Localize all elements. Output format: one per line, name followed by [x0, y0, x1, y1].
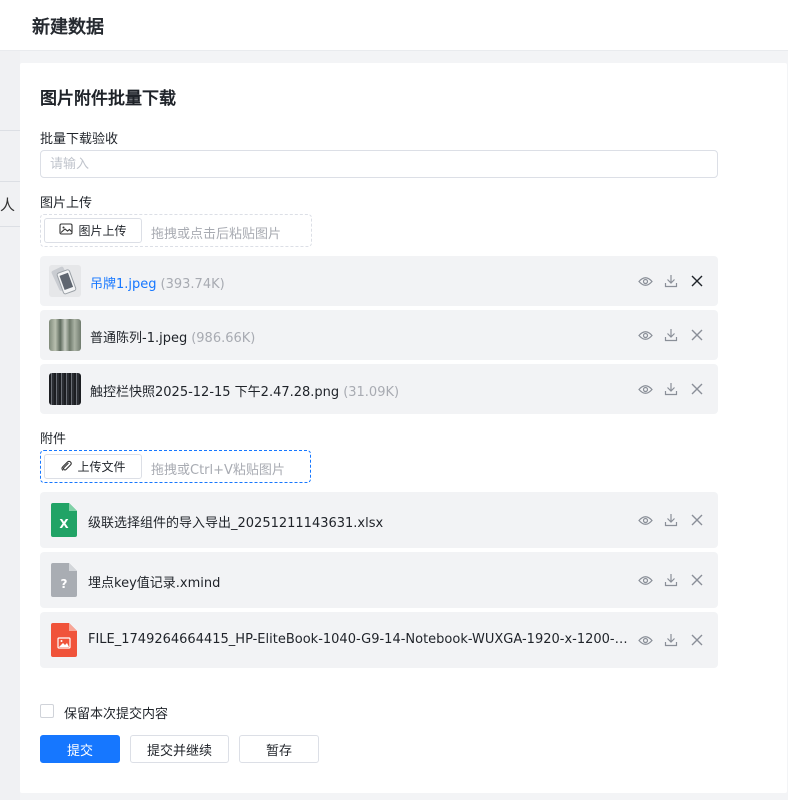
preview-button[interactable] — [636, 631, 654, 649]
download-icon — [664, 514, 678, 527]
eye-icon — [637, 575, 653, 585]
batch-download-input[interactable] — [40, 150, 718, 178]
upload-file-button[interactable]: 上传文件 — [44, 454, 142, 479]
attachment-label: 附件 — [40, 432, 67, 447]
background-text: 人 — [0, 196, 16, 214]
eye-icon — [637, 635, 653, 645]
remove-button[interactable] — [688, 326, 706, 344]
image-upload-button-label: 图片上传 — [78, 224, 127, 238]
preview-button[interactable] — [636, 511, 654, 529]
upload-file-button-label: 上传文件 — [77, 460, 126, 474]
attachment-file-name[interactable]: FILE_1749264664415_HP-EliteBook-1040-G9-… — [88, 632, 628, 647]
divider — [0, 181, 20, 182]
attachment-file-name[interactable]: 级联选择组件的导入导出_20251211143631.xlsx — [88, 512, 628, 531]
download-button[interactable] — [662, 272, 680, 290]
form-panel: 图片附件批量下载 批量下载验收 图片上传 图片上传 拖拽或点击后粘贴图片 吊牌1… — [20, 63, 787, 793]
image-upload-dropzone[interactable]: 图片上传 拖拽或点击后粘贴图片 — [40, 214, 312, 247]
submit-button[interactable]: 提交 — [40, 735, 120, 763]
file-actions — [636, 511, 706, 529]
download-button[interactable] — [662, 326, 680, 344]
close-icon — [691, 574, 703, 586]
keep-content-label[interactable]: 保留本次提交内容 — [64, 703, 168, 722]
download-icon — [664, 574, 678, 587]
file-actions — [636, 380, 706, 398]
attachment-file-row: ? 埋点key值记录.xmind — [40, 552, 718, 608]
form-title: 图片附件批量下载 — [40, 89, 176, 109]
download-icon — [664, 275, 678, 288]
download-button[interactable] — [662, 380, 680, 398]
eye-icon — [637, 330, 653, 340]
file-actions — [636, 571, 706, 589]
unknown-file-icon: ? — [51, 563, 77, 597]
close-icon — [691, 514, 703, 526]
remove-button[interactable] — [688, 571, 706, 589]
file-actions — [636, 326, 706, 344]
download-button[interactable] — [662, 571, 680, 589]
download-icon — [664, 383, 678, 396]
file-size: (393.74K) — [160, 277, 225, 292]
attachment-dropzone[interactable]: 上传文件 拖拽或Ctrl+V粘贴图片 — [40, 450, 311, 483]
file-thumbnail — [49, 373, 81, 405]
eye-icon — [637, 276, 653, 286]
close-icon — [691, 634, 703, 646]
attachment-file-row: X 级联选择组件的导入导出_20251211143631.xlsx — [40, 492, 718, 548]
file-thumbnail — [49, 319, 81, 351]
preview-button[interactable] — [636, 571, 654, 589]
file-actions — [636, 631, 706, 649]
download-button[interactable] — [662, 511, 680, 529]
download-button[interactable] — [662, 631, 680, 649]
batch-download-label: 批量下载验收 — [40, 132, 119, 147]
attachment-file-row: FILE_1749264664415_HP-EliteBook-1040-G9-… — [40, 612, 718, 668]
image-upload-hint: 拖拽或点击后粘贴图片 — [151, 227, 282, 242]
file-icon-glyph: ? — [61, 577, 68, 591]
image-upload-icon — [59, 223, 74, 238]
file-size: (986.66K) — [191, 331, 256, 346]
preview-button[interactable] — [636, 272, 654, 290]
remove-button[interactable] — [688, 380, 706, 398]
image-file-name[interactable]: 普通陈列-1.jpeg (986.66K) — [90, 327, 255, 346]
attachment-hint: 拖拽或Ctrl+V粘贴图片 — [151, 463, 285, 478]
remove-button[interactable] — [688, 272, 706, 290]
image-upload-label: 图片上传 — [40, 196, 93, 211]
image-file-row: 普通陈列-1.jpeg (986.66K) — [40, 310, 718, 360]
divider — [0, 226, 20, 227]
image-file-name[interactable]: 吊牌1.jpeg (393.74K) — [90, 273, 225, 292]
file-actions — [636, 272, 706, 290]
file-size: (31.09K) — [343, 385, 400, 400]
paperclip-icon — [60, 459, 73, 475]
save-draft-button[interactable]: 暂存 — [239, 735, 319, 763]
download-icon — [664, 634, 678, 647]
attachment-file-name[interactable]: 埋点key值记录.xmind — [88, 572, 628, 591]
eye-icon — [637, 515, 653, 525]
remove-button[interactable] — [688, 511, 706, 529]
close-icon — [691, 329, 703, 341]
file-thumbnail — [49, 265, 81, 297]
page-title: 新建数据 — [32, 17, 104, 38]
close-icon — [691, 383, 703, 395]
close-icon — [691, 275, 703, 287]
eye-icon — [637, 384, 653, 394]
image-file-row: 触控栏快照2025-12-15 下午2.47.28.png (31.09K) — [40, 364, 718, 414]
keep-content-checkbox[interactable] — [40, 704, 54, 718]
divider — [0, 130, 20, 131]
background-page-strip: 人 — [0, 51, 20, 800]
top-bar: 新建数据 — [0, 0, 788, 51]
image-file-icon — [51, 623, 77, 657]
preview-button[interactable] — [636, 326, 654, 344]
remove-button[interactable] — [688, 631, 706, 649]
image-file-name[interactable]: 触控栏快照2025-12-15 下午2.47.28.png (31.09K) — [90, 381, 399, 400]
image-file-row: 吊牌1.jpeg (393.74K) — [40, 256, 718, 306]
preview-button[interactable] — [636, 380, 654, 398]
submit-continue-button[interactable]: 提交并继续 — [130, 735, 229, 763]
image-upload-button[interactable]: 图片上传 — [44, 218, 142, 243]
download-icon — [664, 329, 678, 342]
file-icon-glyph: X — [59, 517, 69, 531]
excel-file-icon: X — [51, 503, 77, 537]
